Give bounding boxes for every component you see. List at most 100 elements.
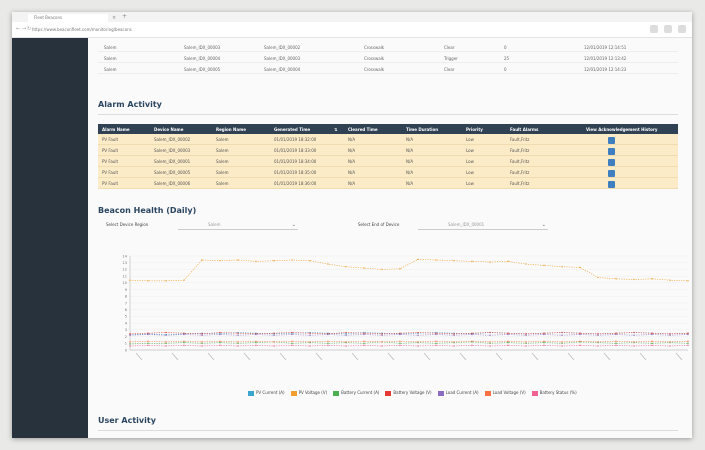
y-tick-label: 5 [125,315,127,319]
data-point [255,260,257,263]
sort-icon[interactable]: ⇅ [334,127,337,132]
table-cell: Fault,Fritz [510,181,530,186]
forward-icon[interactable]: → [22,25,26,34]
data-point [201,345,203,347]
data-point [507,344,509,346]
legend-item[interactable]: Load Current (A) [437,390,479,396]
data-point [633,331,635,334]
data-point [273,334,275,336]
legend-item[interactable]: Battery Voltage (V) [385,390,432,396]
table-row[interactable]: Salem Salem_IDX_00003 Salem_IDX_00002 Cross… [98,42,678,52]
data-point [237,342,239,344]
data-point [237,334,239,336]
y-tick-label: 6 [125,308,128,312]
extension-icon[interactable] [650,25,658,33]
data-point [579,332,581,334]
new-tab-icon[interactable]: + [122,13,127,21]
data-point [489,342,491,344]
region-select[interactable]: Salem ⌄ [178,220,298,230]
chevron-down-icon: ⌄ [291,222,296,228]
view-history-icon[interactable] [608,181,615,188]
table-row[interactable]: Salem Salem_IDX_00005 Salem_IDX_00004 Cross… [98,64,678,74]
view-history-icon[interactable] [608,137,615,144]
legend-item[interactable]: PV Current (A) [248,390,285,396]
table-cell: Salem_IDX_00006 [154,181,191,186]
data-point [327,333,329,336]
data-point [669,341,671,343]
close-tab-icon[interactable]: × [112,14,116,22]
series-line [129,340,689,343]
data-point [309,260,311,262]
table-row[interactable]: PV Fault Salem_IDX_00005 Salem 01/01/2019 1… [98,167,678,178]
user-activity-title: User Activity [98,416,156,425]
table-row[interactable]: PV Fault Salem_IDX_00006 Salem 01/01/2019 1… [98,178,678,189]
menu-icon[interactable] [678,25,686,33]
url-field[interactable]: https://www.beaconfleet.com/monitoring/b… [32,25,232,34]
device-select-value: Salem_IDX_00001 [448,222,485,227]
table-cell: Salem [104,67,117,72]
data-point [525,341,527,343]
data-point [165,331,167,334]
table-row[interactable]: Salem Salem_IDX_00004 Salem_IDX_00003 Cross… [98,53,678,63]
data-point [687,333,689,336]
data-point [687,342,689,344]
data-point [615,333,617,336]
view-history-icon[interactable] [608,159,615,166]
back-icon[interactable]: ← [16,25,20,34]
data-point [147,333,149,336]
data-point [291,259,293,261]
data-point [669,345,671,347]
data-point [543,332,545,334]
data-point [525,342,527,344]
table-row[interactable]: PV Fault Salem_IDX_00001 Salem 01/01/2019 1… [98,156,678,167]
data-point [201,342,203,344]
legend-item[interactable]: Load Voltage (V) [484,390,526,396]
legend-label: Battery Status (%) [539,390,577,395]
data-point [633,341,635,343]
data-point [147,280,149,282]
data-point [381,334,383,336]
y-tick-label: 8 [125,295,128,299]
view-history-icon[interactable] [608,148,615,155]
data-point [417,331,419,334]
data-point [615,340,617,342]
x-tick-mark [495,352,503,361]
legend-item[interactable]: Battery Current (A) [333,390,379,396]
data-point [471,332,473,334]
column-header: Region Name [216,127,246,132]
device-select[interactable]: Salem_IDX_00001 ⌄ [418,220,548,230]
column-header: Time Duration [406,127,439,132]
table-cell: PV Fault [102,148,119,153]
y-tick-label: 9 [125,288,128,292]
data-point [381,345,383,347]
data-point [345,341,347,343]
legend-item[interactable]: Battery Status (%) [531,390,577,396]
data-point [525,333,527,335]
reload-icon[interactable]: ↻ [27,25,31,34]
x-tick-mark [135,352,143,361]
data-point [219,344,221,346]
browser-tab[interactable]: Fleet Beacons [28,14,108,22]
table-cell: Salem [216,148,229,153]
data-point [201,341,203,343]
data-point [561,341,563,343]
data-point [345,266,347,268]
table-cell: Salem_IDX_00003 [264,56,301,61]
table-row[interactable]: PV Fault Salem_IDX_00002 Salem 01/01/2019 1… [98,134,678,145]
legend-swatch [385,390,392,396]
data-point [399,332,401,334]
data-point [399,344,401,346]
data-point [579,266,581,269]
legend-item[interactable]: PV Voltage (V) [290,390,327,396]
data-point [273,341,275,343]
data-point [363,344,365,346]
profile-icon[interactable] [664,25,672,33]
data-point [147,332,149,334]
view-history-icon[interactable] [608,170,615,177]
table-cell: 0 [504,67,507,72]
data-point [165,341,167,343]
data-point [345,345,347,347]
data-point [633,278,635,281]
table-row[interactable]: PV Fault Salem_IDX_00003 Salem 01/01/2019 1… [98,145,678,156]
data-point [453,333,455,335]
